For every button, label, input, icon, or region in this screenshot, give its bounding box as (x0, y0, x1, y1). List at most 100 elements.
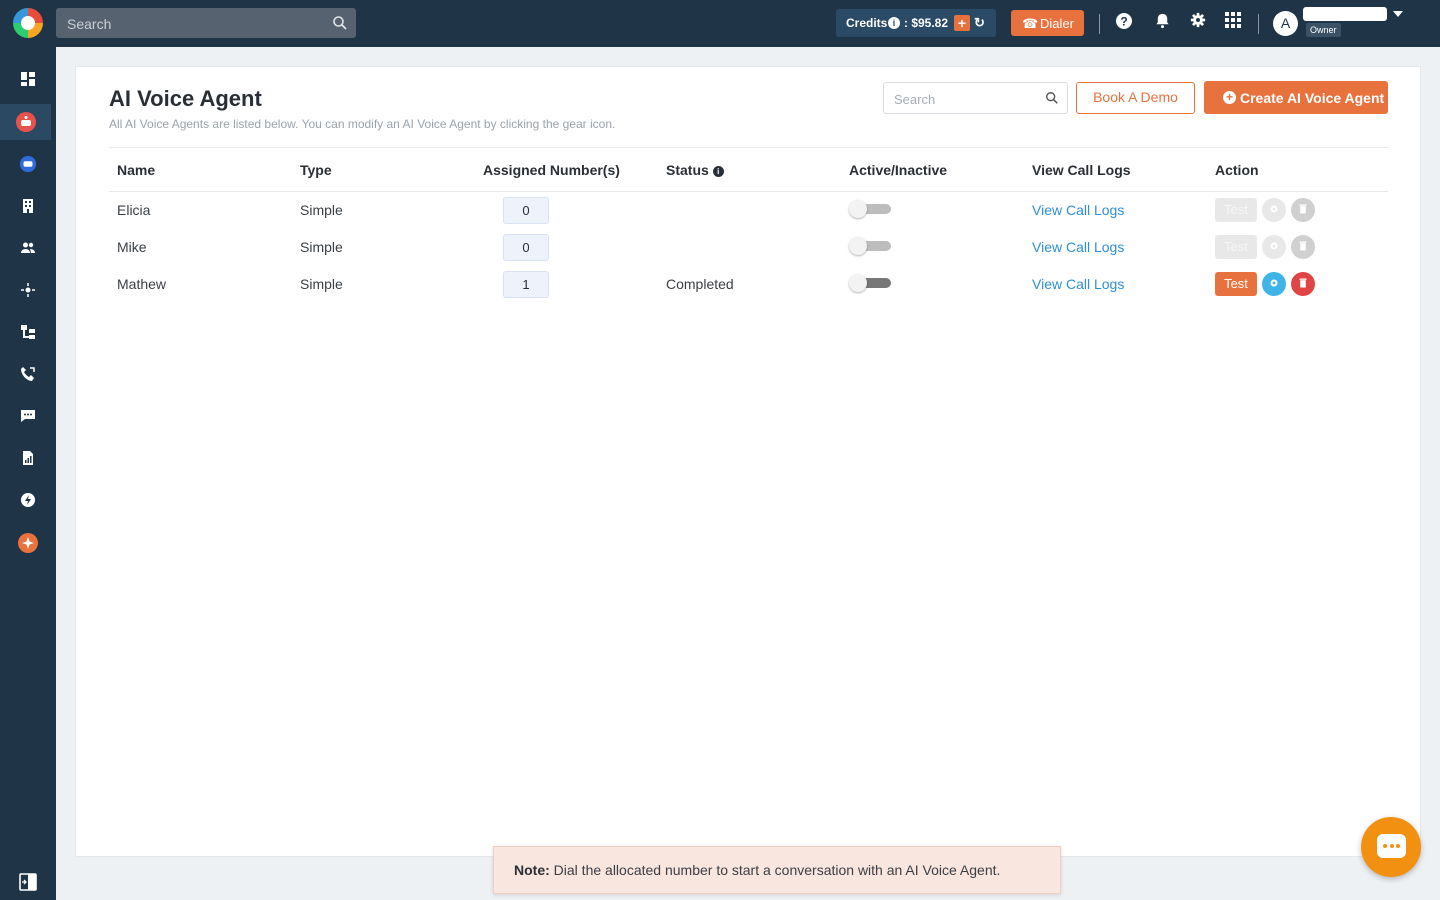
collapse-icon[interactable] (0, 864, 56, 900)
logs-cell: View Call Logs (1024, 229, 1207, 266)
action-cell: Test (1207, 229, 1388, 266)
call-icon[interactable] (0, 356, 56, 392)
action-cell: Test (1207, 266, 1388, 303)
integrations-icon[interactable] (0, 272, 56, 308)
action-cell: Test (1207, 192, 1388, 229)
column-header-logs[interactable]: View Call Logs (1024, 147, 1207, 192)
apps-grid-icon[interactable] (1222, 12, 1244, 34)
credits-badge: Credits i : $95.82 + ↻ (836, 9, 996, 37)
gear-icon[interactable] (1262, 235, 1286, 259)
agent-type: Simple (300, 202, 343, 219)
active-cell (841, 192, 1024, 229)
agent-type: Simple (300, 239, 343, 255)
assigned-number-count[interactable]: 0 (503, 196, 549, 224)
active-toggle[interactable] (849, 199, 891, 219)
dashboard-icon[interactable] (0, 61, 56, 97)
table-row: Mathew Simple 1 Completed View Call Logs… (109, 266, 1388, 303)
agent-name: Mathew (117, 276, 167, 292)
top-bar: Search Credits i : $95.82 + ↻ ☎ Dialer ?… (0, 0, 1440, 47)
page-subtitle: All AI Voice Agents are listed below. Yo… (109, 117, 616, 131)
automation-icon[interactable] (0, 482, 56, 518)
agent-search-input[interactable]: Search (883, 82, 1068, 114)
assigned-cell: 0 (475, 192, 658, 229)
contacts-icon[interactable] (0, 230, 56, 266)
divider (1099, 14, 1100, 34)
chevron-down-icon[interactable] (1393, 11, 1403, 17)
test-button[interactable]: Test (1215, 198, 1257, 223)
view-call-logs-link[interactable]: View Call Logs (1032, 239, 1124, 255)
info-icon[interactable]: i (712, 165, 724, 177)
gear-icon[interactable] (1262, 272, 1286, 296)
agent-type: Simple (300, 276, 343, 292)
table-row: Elicia Simple 0 View Call Logs Test (109, 192, 1388, 229)
agents-table: Name Type Assigned Number(s) Status i Act… (109, 147, 1388, 303)
sparkle-icon[interactable] (0, 525, 56, 561)
add-credits-button[interactable]: + (954, 15, 970, 31)
chat-bubble-icon (1377, 834, 1406, 858)
active-toggle[interactable] (849, 273, 891, 293)
help-icon[interactable]: ? (1113, 12, 1135, 34)
reports-icon[interactable] (0, 440, 56, 476)
avatar[interactable]: A (1273, 11, 1298, 36)
chat-widget-button[interactable] (1361, 817, 1421, 877)
note-banner: Note: Dial the allocated number to start… (493, 846, 1061, 894)
global-search-placeholder: Search (67, 16, 112, 32)
global-search-input[interactable]: Search (56, 8, 356, 38)
create-ai-voice-agent-button[interactable]: + Create AI Voice Agent (1204, 81, 1388, 114)
agent-status (658, 229, 841, 266)
messages-icon[interactable] (0, 398, 56, 434)
note-label: Note: (514, 862, 550, 878)
search-icon[interactable] (332, 15, 348, 31)
column-header-status[interactable]: Status i (658, 147, 841, 192)
main-card: AI Voice Agent All AI Voice Agents are l… (75, 66, 1421, 857)
assigned-number-count[interactable]: 1 (503, 270, 549, 298)
bell-icon[interactable] (1151, 12, 1173, 34)
active-cell (841, 266, 1024, 303)
trash-icon[interactable] (1291, 272, 1315, 296)
assigned-cell: 0 (475, 229, 658, 266)
chatbot-icon[interactable] (0, 146, 56, 182)
table-header-row: Name Type Assigned Number(s) Status i Act… (109, 147, 1388, 192)
view-call-logs-link[interactable]: View Call Logs (1032, 202, 1124, 218)
agent-name: Elicia (117, 202, 151, 219)
agent-search-placeholder: Search (894, 92, 936, 107)
column-header-name[interactable]: Name (109, 147, 292, 192)
ai-agent-icon[interactable] (0, 104, 51, 140)
phone-icon: ☎ (1022, 16, 1039, 31)
trash-icon[interactable] (1291, 235, 1315, 259)
trash-icon[interactable] (1291, 198, 1315, 223)
building-icon[interactable] (0, 188, 56, 224)
column-header-active[interactable]: Active/Inactive (841, 147, 1024, 192)
column-header-assigned[interactable]: Assigned Number(s) (475, 147, 658, 192)
user-name-redacted[interactable] (1303, 7, 1387, 21)
dialer-button[interactable]: ☎ Dialer (1011, 10, 1084, 36)
logs-cell: View Call Logs (1024, 266, 1207, 303)
logs-cell: View Call Logs (1024, 192, 1207, 229)
gear-icon[interactable] (1262, 198, 1286, 223)
app-logo[interactable] (13, 8, 43, 38)
credits-label: Credits (846, 16, 888, 30)
page-title: AI Voice Agent (109, 86, 262, 111)
divider (1258, 14, 1259, 34)
assigned-number-count[interactable]: 0 (503, 233, 549, 261)
refresh-icon[interactable]: ↻ (974, 15, 985, 31)
test-button[interactable]: Test (1215, 272, 1257, 296)
assigned-cell: 1 (475, 266, 658, 303)
note-text: Dial the allocated number to start a con… (553, 862, 1001, 878)
search-icon[interactable] (1045, 91, 1059, 105)
gear-icon[interactable] (1187, 12, 1209, 34)
view-call-logs-link[interactable]: View Call Logs (1032, 276, 1124, 292)
active-toggle[interactable] (849, 236, 891, 256)
book-demo-button[interactable]: Book A Demo (1076, 82, 1195, 114)
status-header-label: Status (666, 161, 709, 178)
test-button[interactable]: Test (1215, 235, 1257, 259)
svg-text:?: ? (1120, 15, 1127, 29)
workflow-icon[interactable] (0, 314, 56, 350)
credits-amount: : $95.82 (904, 16, 949, 30)
column-header-type[interactable]: Type (292, 147, 475, 192)
credits-info-icon[interactable]: i (888, 17, 900, 29)
agent-status: Completed (666, 276, 734, 292)
sidebar (0, 47, 56, 900)
user-role-badge: Owner (1306, 23, 1341, 37)
create-button-label: Create AI Voice Agent (1240, 90, 1385, 106)
